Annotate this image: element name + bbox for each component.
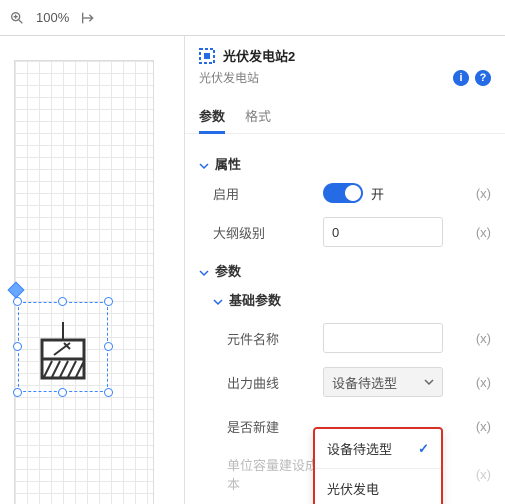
zoom-in-icon[interactable] (8, 9, 26, 27)
resize-handle[interactable] (58, 297, 67, 306)
resize-handle[interactable] (58, 388, 67, 397)
section-params[interactable]: 参数 (199, 261, 491, 280)
tab-params[interactable]: 参数 (199, 96, 225, 133)
is-new-label: 是否新建 (227, 417, 323, 436)
resize-handle[interactable] (13, 342, 22, 351)
resize-handle[interactable] (104, 388, 113, 397)
panel-subtitle: 光伏发电站 (199, 69, 259, 86)
enable-toggle[interactable] (323, 183, 363, 203)
info-icon[interactable]: i (453, 70, 469, 86)
chevron-down-icon (199, 266, 209, 276)
enable-on-label: 开 (371, 184, 384, 203)
output-curve-label: 出力曲线 (227, 373, 323, 392)
canvas-paper (14, 60, 154, 504)
help-icon[interactable]: ? (475, 70, 491, 86)
zoom-level[interactable]: 100% (36, 10, 69, 25)
outline-level-label: 大纲级别 (213, 223, 323, 242)
properties-panel: 光伏发电站2 光伏发电站 i ? 参数 格式 属性 启用 (185, 36, 505, 504)
dropdown-option[interactable]: 光伏发电 (315, 468, 441, 504)
component-name-label: 元件名称 (227, 329, 323, 348)
component-type-icon (199, 48, 215, 64)
component-name-input[interactable] (323, 323, 443, 353)
dropdown-menu: 设备待选型 ✓ 光伏发电 (313, 427, 443, 504)
panel-title: 光伏发电站2 (223, 46, 295, 65)
chevron-down-icon (424, 375, 434, 390)
var-indicator[interactable]: (x) (476, 186, 491, 201)
fit-width-icon[interactable] (79, 9, 97, 27)
output-curve-select[interactable]: 设备待选型 (323, 367, 443, 397)
section-basic-params[interactable]: 基础参数 (213, 290, 491, 309)
canvas[interactable] (0, 36, 185, 504)
enable-label: 启用 (213, 184, 323, 203)
unit-cost-label: 单位容量建设成本 (227, 455, 323, 493)
dropdown-option[interactable]: 设备待选型 ✓ (315, 429, 441, 468)
outline-level-input[interactable] (323, 217, 443, 247)
var-indicator: (x) (476, 467, 491, 482)
var-indicator[interactable]: (x) (476, 375, 491, 390)
resize-handle[interactable] (13, 297, 22, 306)
resize-handle[interactable] (13, 388, 22, 397)
toolbar: 100% (0, 0, 505, 36)
section-attributes[interactable]: 属性 (199, 154, 491, 173)
var-indicator[interactable]: (x) (476, 225, 491, 240)
tab-format[interactable]: 格式 (245, 96, 271, 133)
var-indicator[interactable]: (x) (476, 419, 491, 434)
var-indicator[interactable]: (x) (476, 331, 491, 346)
resize-handle[interactable] (104, 297, 113, 306)
chevron-down-icon (213, 295, 223, 305)
panel-tabs: 参数 格式 (185, 96, 505, 134)
check-icon: ✓ (418, 441, 429, 457)
selected-component[interactable] (18, 302, 108, 392)
resize-handle[interactable] (104, 342, 113, 351)
chevron-down-icon (199, 159, 209, 169)
pv-station-icon (40, 322, 86, 380)
